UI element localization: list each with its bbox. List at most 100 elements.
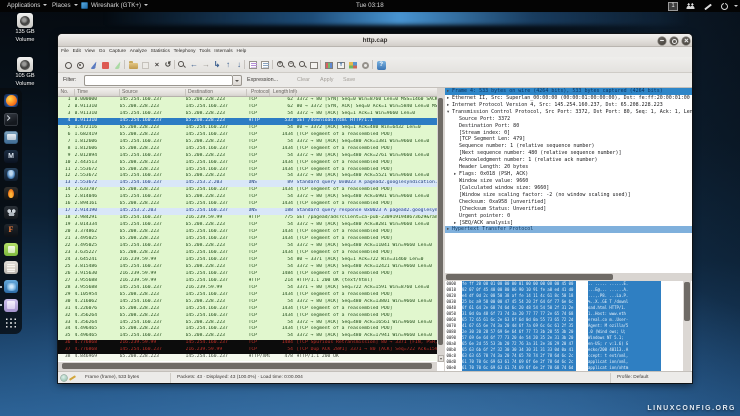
column-separator[interactable]: [295, 89, 296, 96]
menu-internals[interactable]: Internals: [212, 47, 234, 57]
packet-row-18[interactable]: 18 2.984291 145.254.160.237 216.239.59.99 HT…: [58, 215, 437, 223]
capture-restart-button[interactable]: [112, 60, 122, 70]
dock-item-beef[interactable]: [4, 205, 18, 219]
menu-view[interactable]: View: [83, 47, 97, 57]
detail-line-11[interactable]: Header Length: 20 bytes: [445, 164, 692, 171]
packet-row-4[interactable]: 4 0.911310 145.254.160.237 65.208.228.223 HT…: [58, 117, 437, 125]
active-window-menu[interactable]: Wireshark (GTK+): [81, 0, 149, 12]
dock-item-wireshark[interactable]: [4, 280, 18, 293]
dock-item-burpsuite[interactable]: [4, 187, 18, 200]
detail-line-9[interactable]: [Next sequence number: 480 (relative seq…: [445, 150, 692, 157]
expression-button[interactable]: Expression...: [247, 77, 278, 83]
packet-row-29[interactable]: 29 4.105954 65.208.228.223 145.254.160.237 T…: [58, 291, 437, 299]
detail-line-10[interactable]: Acknowledgment number: 1 (relative ack n…: [445, 157, 692, 164]
detail-line-8[interactable]: Sequence number: 1 (relative sequence nu…: [445, 143, 692, 150]
go-to-top-button[interactable]: ↑: [223, 60, 233, 70]
save-file-button[interactable]: [140, 60, 150, 70]
capture-start-button[interactable]: [88, 60, 98, 70]
packet-row-25[interactable]: 25 3.815486 145.254.160.237 65.208.228.223 T…: [58, 263, 437, 271]
packet-row-6[interactable]: 6 1.682419 65.208.228.223 145.254.160.237 TC…: [58, 131, 437, 139]
workspace-indicator[interactable]: 1: [668, 2, 678, 11]
resize-columns-button[interactable]: [309, 60, 319, 70]
go-to-packet-button[interactable]: ↳: [212, 60, 222, 70]
go-forward-button[interactable]: →: [201, 60, 211, 70]
packet-row-22[interactable]: 22 3.495025 145.254.160.237 65.208.228.223 T…: [58, 243, 437, 250]
packet-row-38[interactable]: 38 4.846969 65.208.228.223 145.254.160.237 H…: [58, 354, 437, 362]
menu-tools[interactable]: Tools: [197, 47, 212, 57]
open-file-button[interactable]: [128, 60, 138, 70]
scrollbar-thumb[interactable]: [437, 98, 444, 345]
packet-row-11[interactable]: 11 2.553672 65.208.228.223 145.254.160.237 T…: [58, 166, 437, 174]
packet-row-12[interactable]: 12 2.553672 145.254.160.237 65.208.228.223 T…: [58, 173, 437, 181]
packet-list-hscrollbar[interactable]: [58, 362, 437, 371]
detail-line-4[interactable]: Source Port: 3372: [445, 116, 692, 123]
column-header-protocol[interactable]: Protocol: [251, 89, 269, 95]
apply-button[interactable]: Apply: [320, 77, 334, 83]
packet-row-30[interactable]: 30 4.216062 145.254.160.237 65.208.228.223 T…: [58, 298, 437, 306]
packet-row-2[interactable]: 2 0.911310 65.208.228.223 145.254.160.237 TC…: [58, 103, 437, 111]
packet-row-3[interactable]: 3 0.911310 145.254.160.237 65.208.228.223 TC…: [58, 110, 437, 118]
bytes-vscrollbar[interactable]: [683, 281, 691, 371]
detail-line-20[interactable]: ▸ Hypertext Transfer Protocol: [445, 226, 692, 234]
packet-row-5[interactable]: 5 1.472116 65.208.228.223 145.254.160.237 TC…: [58, 124, 437, 132]
save-button[interactable]: Save: [343, 77, 355, 83]
detail-line-12[interactable]: ▸ Flags: 0x018 (PSH, ACK): [445, 171, 692, 178]
hex-row-00e0[interactable]: 00e0 61 70 70 6c 69 63 61 74 69 6f 6e 2f …: [445, 364, 692, 371]
clear-button[interactable]: Clear: [297, 77, 310, 83]
packet-row-19[interactable]: 19 3.014334 145.254.160.237 65.208.228.223 T…: [58, 222, 437, 230]
power-icon[interactable]: [721, 1, 728, 10]
packet-row-17[interactable]: 17 2.914190 145.253.2.203 145.254.160.237 DN…: [58, 208, 437, 216]
capture-comment-icon[interactable]: [69, 374, 76, 381]
menu-statistics[interactable]: Statistics: [149, 47, 172, 57]
zoom-100-button[interactable]: [298, 60, 308, 70]
help-button[interactable]: ?: [376, 60, 386, 70]
dock-item-zenmap[interactable]: [4, 168, 18, 182]
packet-list-vscrollbar[interactable]: [437, 88, 444, 362]
menu-help[interactable]: Help: [235, 47, 249, 57]
detail-line-5[interactable]: Destination Port: 80: [445, 123, 692, 130]
packet-row-36[interactable]: 36 4.776868 216.239.59.99 145.254.160.237 TC…: [58, 340, 437, 348]
menu-file[interactable]: File: [59, 47, 71, 57]
packet-row-21[interactable]: 21 3.495025 65.208.228.223 145.254.160.237 T…: [58, 236, 437, 244]
packet-row-14[interactable]: 14 2.633787 65.208.228.223 145.254.160.237 T…: [58, 187, 437, 195]
titlebar[interactable]: http.cap: [58, 34, 692, 47]
capture-options-button[interactable]: [75, 60, 85, 70]
auto-scroll-button[interactable]: [260, 60, 270, 70]
detail-line-15[interactable]: [Window size scaling factor: -2 (no wind…: [445, 192, 692, 199]
coloring-rules-button[interactable]: [324, 60, 334, 70]
packet-row-20[interactable]: 20 3.374862 65.208.228.223 145.254.160.237 T…: [58, 229, 437, 237]
column-separator[interactable]: [185, 89, 186, 96]
packet-row-23[interactable]: 23 3.635227 65.208.228.223 145.254.160.237 T…: [58, 249, 437, 257]
desktop-volume-135[interactable]: 135 GB Volume: [8, 13, 42, 44]
packet-row-37[interactable]: 37 4.776868 145.254.160.237 216.239.59.99 TC…: [58, 347, 437, 355]
dock-item-notes[interactable]: [4, 261, 18, 275]
detail-line-6[interactable]: [Stream index: 0]: [445, 130, 692, 137]
detail-line-14[interactable]: [Calculated window size: 9660]: [445, 185, 692, 192]
zoom-out-button[interactable]: −: [287, 60, 297, 70]
preferences-button[interactable]: [348, 60, 358, 70]
column-separator[interactable]: [74, 89, 75, 96]
display-filter-button[interactable]: [336, 60, 346, 70]
dock-item-metasploit[interactable]: M: [4, 149, 18, 163]
dock-item-firefox[interactable]: [4, 94, 18, 107]
menu-analyze[interactable]: Analyze: [128, 47, 149, 57]
menu-edit[interactable]: Edit: [71, 47, 83, 57]
dock-item-texteditor2[interactable]: [4, 298, 18, 312]
column-header-length[interactable]: Length: [273, 89, 288, 95]
packet-row-33[interactable]: 33 4.356264 145.254.160.237 65.208.228.223 T…: [58, 319, 437, 327]
scrollbar-thumb[interactable]: [62, 363, 432, 370]
find-button[interactable]: [177, 60, 187, 70]
dock-item-terminal[interactable]: [4, 112, 18, 126]
reload-button[interactable]: ↺: [163, 60, 173, 70]
column-header-destination[interactable]: Destination: [188, 89, 213, 95]
packet-row-28[interactable]: 28 3.955688 145.254.160.237 216.239.59.99 TC…: [58, 284, 437, 292]
dock-item-text-editor[interactable]: [4, 242, 18, 256]
detail-line-19[interactable]: ▸ [SEQ/ACK analysis]: [445, 220, 692, 227]
packet-row-35[interactable]: 35 4.496465 145.254.160.237 65.208.228.223 T…: [58, 333, 437, 341]
packet-row-26[interactable]: 26 3.915630 216.239.59.99 145.254.160.237 TC…: [58, 270, 437, 278]
column-separator[interactable]: [246, 89, 247, 96]
detail-line-16[interactable]: Checksum: 0xa958 [unverified]: [445, 199, 692, 206]
packet-row-24[interactable]: 24 3.645241 216.239.59.99 145.254.160.237 TC…: [58, 256, 437, 264]
scrollbar-thumb[interactable]: [446, 274, 613, 280]
packet-row-27[interactable]: 27 3.955688 216.239.59.99 145.254.160.237 HT…: [58, 277, 437, 285]
